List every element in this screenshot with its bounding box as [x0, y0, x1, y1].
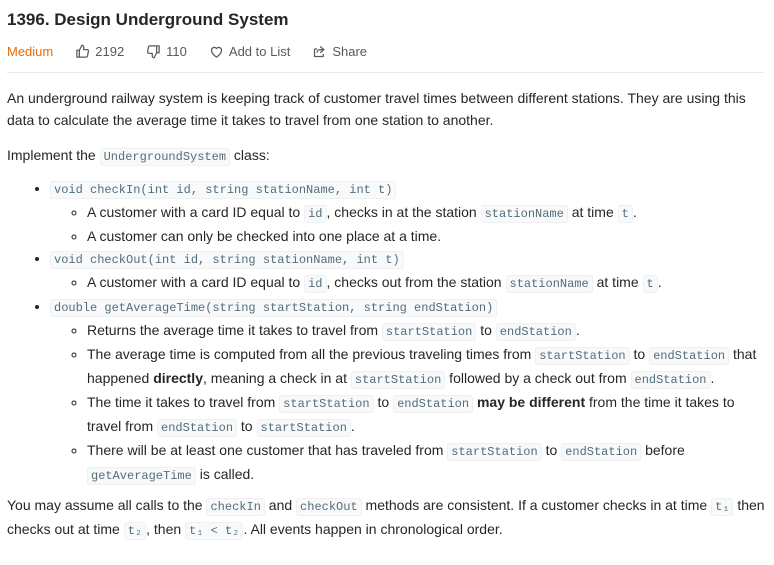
text: .	[710, 370, 715, 386]
detail-item: A customer can only be checked into one …	[87, 225, 767, 247]
text: at time	[567, 204, 618, 220]
text: to	[476, 322, 496, 338]
inline-code: endStation	[157, 419, 238, 437]
text: The time it takes to travel from	[87, 394, 280, 410]
text: and	[264, 497, 297, 513]
method-signature: void checkIn(int id, string stationName,…	[50, 181, 397, 199]
share-icon	[314, 45, 325, 57]
inline-code: startStation	[381, 323, 477, 341]
inline-code: t₂	[123, 522, 147, 540]
text: to	[541, 442, 562, 458]
add-to-list-label: Add to List	[228, 43, 291, 59]
inline-code: startStation	[447, 443, 542, 461]
share-button[interactable]: Share	[312, 44, 367, 59]
class-name-code: UndergroundSystem	[99, 148, 231, 166]
text: is called.	[195, 466, 255, 482]
problem-page: 1396. Design Underground System Medium 2…	[0, 9, 774, 542]
add-to-list-button[interactable]: Add to List	[209, 44, 290, 59]
text: A customer with a card ID equal to	[87, 274, 305, 290]
inline-code: getAverageTime	[87, 467, 196, 485]
inline-code: endStation	[561, 443, 642, 461]
text: A customer with a card ID equal to	[87, 204, 305, 220]
text: .	[632, 204, 637, 220]
inline-code: startStation	[350, 371, 446, 389]
text: , checks in at the station	[326, 204, 481, 220]
intro-paragraph: An underground railway system is keeping…	[7, 90, 746, 128]
problem-description: An underground railway system is keeping…	[7, 87, 767, 542]
text: followed by a check out from	[445, 370, 631, 386]
text: The average time is computed from all th…	[87, 346, 536, 362]
method-item-get-average-time: double getAverageTime(string startStatio…	[50, 295, 767, 487]
detail-item: Returns the average time it takes to tra…	[87, 319, 767, 343]
inline-code: stationName	[505, 275, 593, 293]
thumbs-up-icon	[76, 44, 90, 58]
method-item-checkin: void checkIn(int id, string stationName,…	[50, 177, 767, 247]
like-button[interactable]: 2192	[75, 44, 124, 59]
text: to	[373, 394, 394, 410]
bold-text: may be different	[476, 394, 586, 410]
inline-code: stationName	[480, 205, 568, 223]
detail-item: The time it takes to travel from startSt…	[87, 391, 767, 439]
inline-code: t	[617, 205, 633, 223]
inline-code: endStation	[630, 371, 711, 389]
method-details-list: Returns the average time it takes to tra…	[50, 319, 767, 487]
text: , meaning a check in at	[203, 370, 351, 386]
problem-meta-bar: Medium 2192 110 Add to List Share	[7, 42, 767, 60]
method-details-list: A customer with a card ID equal to id, c…	[50, 201, 767, 247]
text: , then	[146, 521, 186, 537]
method-details-list: A customer with a card ID equal to id, c…	[50, 271, 767, 295]
inline-code: id	[304, 205, 327, 223]
share-label: Share	[332, 43, 368, 59]
text: to	[629, 346, 650, 362]
text: , checks out from the station	[326, 274, 506, 290]
detail-item: A customer with a card ID equal to id, c…	[87, 201, 767, 225]
text: Returns the average time it takes to tra…	[87, 322, 382, 338]
text: There will be at least one customer that…	[87, 442, 448, 458]
inline-code: checkIn	[206, 498, 265, 516]
implement-prefix: Implement the	[7, 147, 100, 163]
inline-code: t₁ < t₂	[185, 522, 244, 540]
method-signature: void checkOut(int id, string stationName…	[50, 251, 404, 269]
inline-code: endStation	[495, 323, 576, 341]
method-signature: double getAverageTime(string startStatio…	[50, 299, 498, 317]
text: before	[641, 442, 685, 458]
text: to	[237, 418, 257, 434]
inline-code: endStation	[649, 347, 730, 365]
detail-item: A customer with a card ID equal to id, c…	[87, 271, 767, 295]
problem-title: 1396. Design Underground System	[7, 10, 289, 29]
text: .	[350, 418, 355, 434]
inline-code: t₁	[711, 498, 734, 516]
dislike-count: 110	[166, 43, 187, 59]
text: .	[657, 274, 662, 290]
inline-code: id	[304, 275, 327, 293]
like-count: 2192	[95, 43, 125, 59]
methods-list: void checkIn(int id, string stationName,…	[7, 177, 767, 487]
method-item-checkout: void checkOut(int id, string stationName…	[50, 247, 767, 295]
text: at time	[592, 274, 643, 290]
detail-item: The average time is computed from all th…	[87, 343, 767, 391]
text: . All events happen in chronological ord…	[243, 521, 503, 537]
bold-text: directly	[153, 370, 203, 386]
inline-code: checkOut	[296, 498, 362, 516]
inline-code: endStation	[393, 395, 474, 413]
inline-code: t	[642, 275, 658, 293]
implement-suffix: class:	[230, 147, 270, 163]
dislike-button[interactable]: 110	[146, 44, 187, 59]
difficulty-badge: Medium	[7, 43, 54, 59]
divider	[7, 72, 763, 73]
inline-code: startStation	[256, 419, 351, 437]
text: You may assume all calls to the	[7, 497, 207, 513]
text: .	[575, 322, 580, 338]
heart-icon	[210, 46, 223, 58]
detail-item: There will be at least one customer that…	[87, 439, 767, 487]
inline-code: startStation	[535, 347, 630, 365]
assumption-paragraph: You may assume all calls to the checkIn …	[7, 494, 767, 542]
thumbs-down-icon	[147, 44, 160, 58]
inline-code: startStation	[279, 395, 374, 413]
text: methods are consistent. If a customer ch…	[361, 497, 712, 513]
implement-paragraph: Implement the UndergroundSystem class:	[7, 144, 767, 168]
